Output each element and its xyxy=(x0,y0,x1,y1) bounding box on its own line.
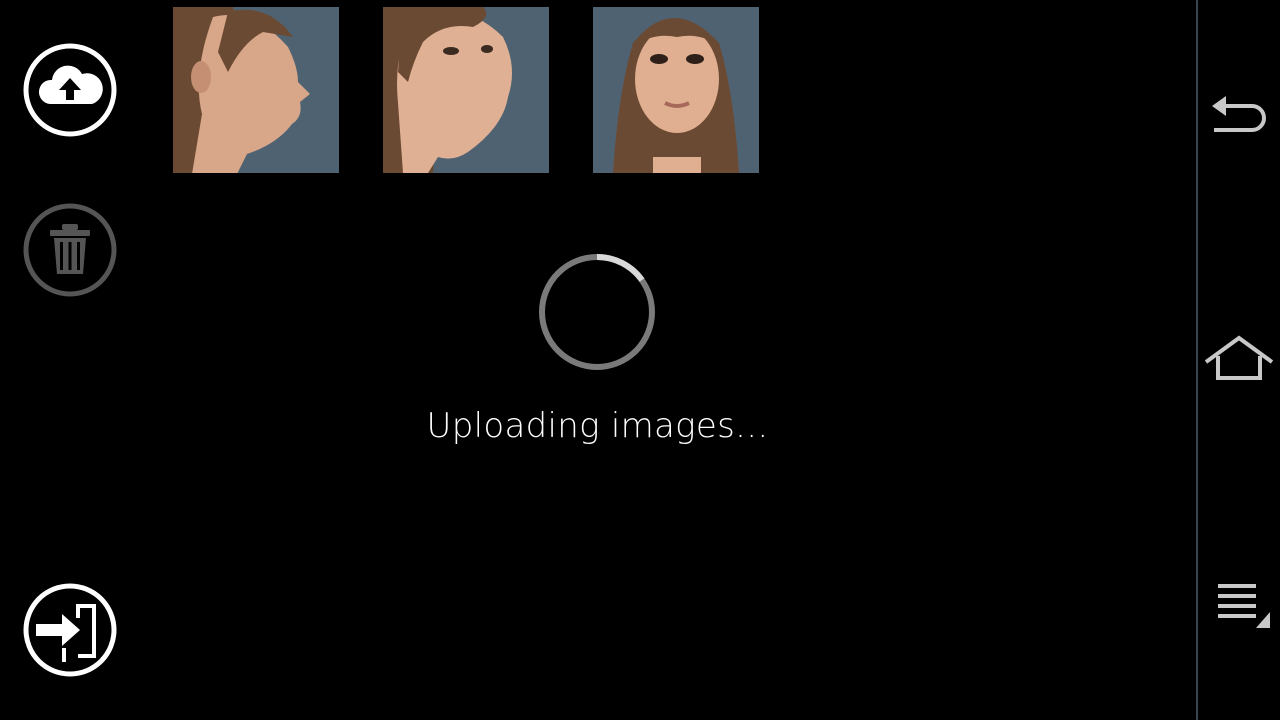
menu-button[interactable] xyxy=(1202,574,1276,638)
frontal-photo xyxy=(593,7,759,173)
three-quarter-photo xyxy=(383,7,549,173)
upload-status-text: Uploading images... xyxy=(426,406,769,446)
exit-button[interactable] xyxy=(22,582,118,678)
menu-icon xyxy=(1218,584,1270,628)
system-navigation-bar xyxy=(1196,0,1280,720)
trash-icon xyxy=(23,203,117,297)
home-icon xyxy=(1204,335,1274,380)
back-icon xyxy=(1212,96,1266,132)
photo-thumbnail-frontal[interactable] xyxy=(593,7,759,173)
back-button[interactable] xyxy=(1202,88,1276,152)
profile-photo xyxy=(173,7,339,173)
photo-thumbnail-profile[interactable] xyxy=(173,7,339,173)
cloud-upload-icon xyxy=(23,43,117,137)
photo-thumbnail-three-quarter[interactable] xyxy=(383,7,549,173)
sign-in-icon xyxy=(23,583,117,677)
delete-button[interactable] xyxy=(22,202,118,298)
upload-button[interactable] xyxy=(22,42,118,138)
home-button[interactable] xyxy=(1202,332,1276,396)
loading-spinner xyxy=(537,252,657,372)
